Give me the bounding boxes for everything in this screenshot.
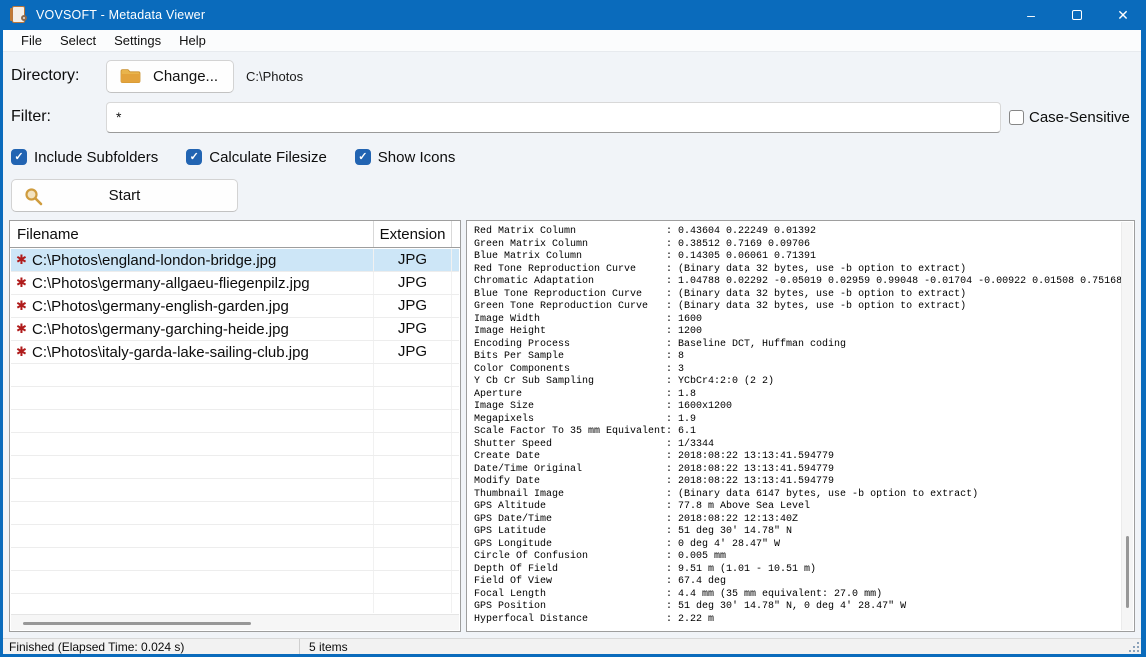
app-window: VOVSOFT - Metadata Viewer – ✕ FileSelect…: [0, 0, 1146, 657]
image-file-icon: ✱: [11, 275, 32, 291]
title-bar: VOVSOFT - Metadata Viewer – ✕: [0, 0, 1146, 30]
window-title: VOVSOFT - Metadata Viewer: [36, 8, 205, 22]
checkbox-checked-icon: ✓: [186, 149, 202, 165]
table-row-empty: [11, 387, 459, 410]
change-directory-button[interactable]: Change...: [106, 60, 234, 93]
column-header-extension[interactable]: Extension: [374, 221, 452, 247]
minimize-button[interactable]: –: [1008, 0, 1054, 30]
folder-icon: [120, 68, 141, 84]
checkbox-show-icons[interactable]: ✓ Show Icons: [355, 147, 456, 167]
extension-cell: [374, 525, 452, 547]
image-file-icon: ✱: [11, 252, 32, 268]
search-icon: [24, 187, 43, 206]
table-row[interactable]: ✱C:\Photos\italy-garda-lake-sailing-club…: [11, 341, 459, 364]
maximize-icon: [1072, 10, 1082, 20]
extension-cell: [374, 456, 452, 478]
image-file-icon: ✱: [11, 298, 32, 314]
image-file-icon: ✱: [11, 344, 32, 360]
start-button-label: Start: [109, 187, 141, 204]
menu-select[interactable]: Select: [51, 33, 105, 48]
close-icon: ✕: [1117, 7, 1129, 24]
filename-cell: C:\Photos\england-london-bridge.jpg: [32, 252, 276, 269]
status-message: Finished (Elapsed Time: 0.024 s): [3, 639, 300, 654]
extension-cell: [374, 433, 452, 455]
table-row-empty: [11, 548, 459, 571]
table-row-empty: [11, 433, 459, 456]
status-bar: Finished (Elapsed Time: 0.024 s) 5 items: [3, 638, 1141, 654]
checkbox-label: Calculate Filesize: [209, 149, 327, 166]
vertical-scrollbar-thumb[interactable]: [1126, 536, 1129, 608]
extension-cell: [374, 387, 452, 409]
checkbox-checked-icon: ✓: [355, 149, 371, 165]
table-row-empty: [11, 364, 459, 387]
filter-label: Filter:: [11, 108, 106, 126]
table-row-empty: [11, 456, 459, 479]
filename-cell: C:\Photos\italy-garda-lake-sailing-club.…: [32, 344, 309, 361]
directory-label: Directory:: [11, 67, 106, 85]
case-sensitive-checkbox[interactable]: Case-Sensitive: [1009, 109, 1130, 126]
column-header-filename[interactable]: Filename: [10, 221, 374, 247]
vertical-scrollbar[interactable]: [1121, 222, 1133, 630]
table-header: Filename Extension: [10, 221, 460, 248]
horizontal-scrollbar-thumb[interactable]: [23, 622, 251, 625]
extension-cell: [374, 548, 452, 570]
metadata-panel: Red Matrix Column : 0.43604 0.22249 0.01…: [466, 220, 1135, 632]
extension-cell: [374, 594, 452, 613]
table-row[interactable]: ✱C:\Photos\england-london-bridge.jpg JPG: [11, 249, 459, 272]
close-button[interactable]: ✕: [1100, 0, 1146, 30]
extension-cell: JPG: [374, 341, 452, 363]
options-row: ✓ Include Subfolders ✓ Calculate Filesize ✓ S…: [11, 147, 1133, 167]
extension-cell: [374, 410, 452, 432]
checkbox-unchecked-icon: [1009, 110, 1024, 125]
extension-cell: [374, 479, 452, 501]
resize-grip-icon[interactable]: [1128, 641, 1140, 653]
filename-cell: C:\Photos\germany-english-garden.jpg: [32, 298, 289, 315]
maximize-button[interactable]: [1054, 0, 1100, 30]
filename-cell: C:\Photos\germany-garching-heide.jpg: [32, 321, 289, 338]
file-list-panel: Filename Extension ✱C:\Photos\england-lo…: [9, 220, 461, 632]
table-row-empty: [11, 410, 459, 433]
checkbox-include-subfolders[interactable]: ✓ Include Subfolders: [11, 147, 158, 167]
menu-settings[interactable]: Settings: [105, 33, 170, 48]
horizontal-scrollbar[interactable]: [11, 614, 459, 630]
menu-bar: FileSelectSettingsHelp: [3, 30, 1141, 52]
extension-cell: JPG: [374, 272, 452, 294]
file-table-body: ✱C:\Photos\england-london-bridge.jpgJPG✱…: [11, 249, 459, 613]
extension-cell: JPG: [374, 249, 452, 271]
start-button[interactable]: Start: [11, 179, 238, 212]
checkbox-label: Show Icons: [378, 149, 456, 166]
filter-input[interactable]: [106, 102, 1001, 133]
extension-cell: [374, 571, 452, 593]
table-row-empty: [11, 571, 459, 594]
menu-help[interactable]: Help: [170, 33, 215, 48]
extension-cell: [374, 364, 452, 386]
table-row[interactable]: ✱C:\Photos\germany-garching-heide.jpg JPG: [11, 318, 459, 341]
extension-cell: JPG: [374, 295, 452, 317]
table-row-empty: [11, 502, 459, 525]
table-row-empty: [11, 525, 459, 548]
change-button-label: Change...: [153, 68, 218, 85]
checkbox-calculate-filesize[interactable]: ✓ Calculate Filesize: [186, 147, 327, 167]
table-row-empty: [11, 594, 459, 613]
filename-cell: C:\Photos\germany-allgaeu-fliegenpilz.jp…: [32, 275, 310, 292]
extension-cell: JPG: [374, 318, 452, 340]
item-count: 5 items: [300, 640, 348, 654]
minimize-icon: –: [1027, 7, 1035, 23]
table-row[interactable]: ✱C:\Photos\germany-allgaeu-fliegenpilz.j…: [11, 272, 459, 295]
directory-path: C:\Photos: [246, 69, 303, 84]
main-content: Directory: Change... C:\Photos Filter: C…: [3, 52, 1141, 638]
checkbox-checked-icon: ✓: [11, 149, 27, 165]
app-icon: [10, 6, 28, 24]
table-row-empty: [11, 479, 459, 502]
checkbox-label: Include Subfolders: [34, 149, 158, 166]
table-row[interactable]: ✱C:\Photos\germany-english-garden.jpg JPG: [11, 295, 459, 318]
case-sensitive-label: Case-Sensitive: [1029, 109, 1130, 126]
metadata-text: Red Matrix Column : 0.43604 0.22249 0.01…: [474, 226, 1118, 626]
image-file-icon: ✱: [11, 321, 32, 337]
menu-file[interactable]: File: [12, 33, 51, 48]
extension-cell: [374, 502, 452, 524]
